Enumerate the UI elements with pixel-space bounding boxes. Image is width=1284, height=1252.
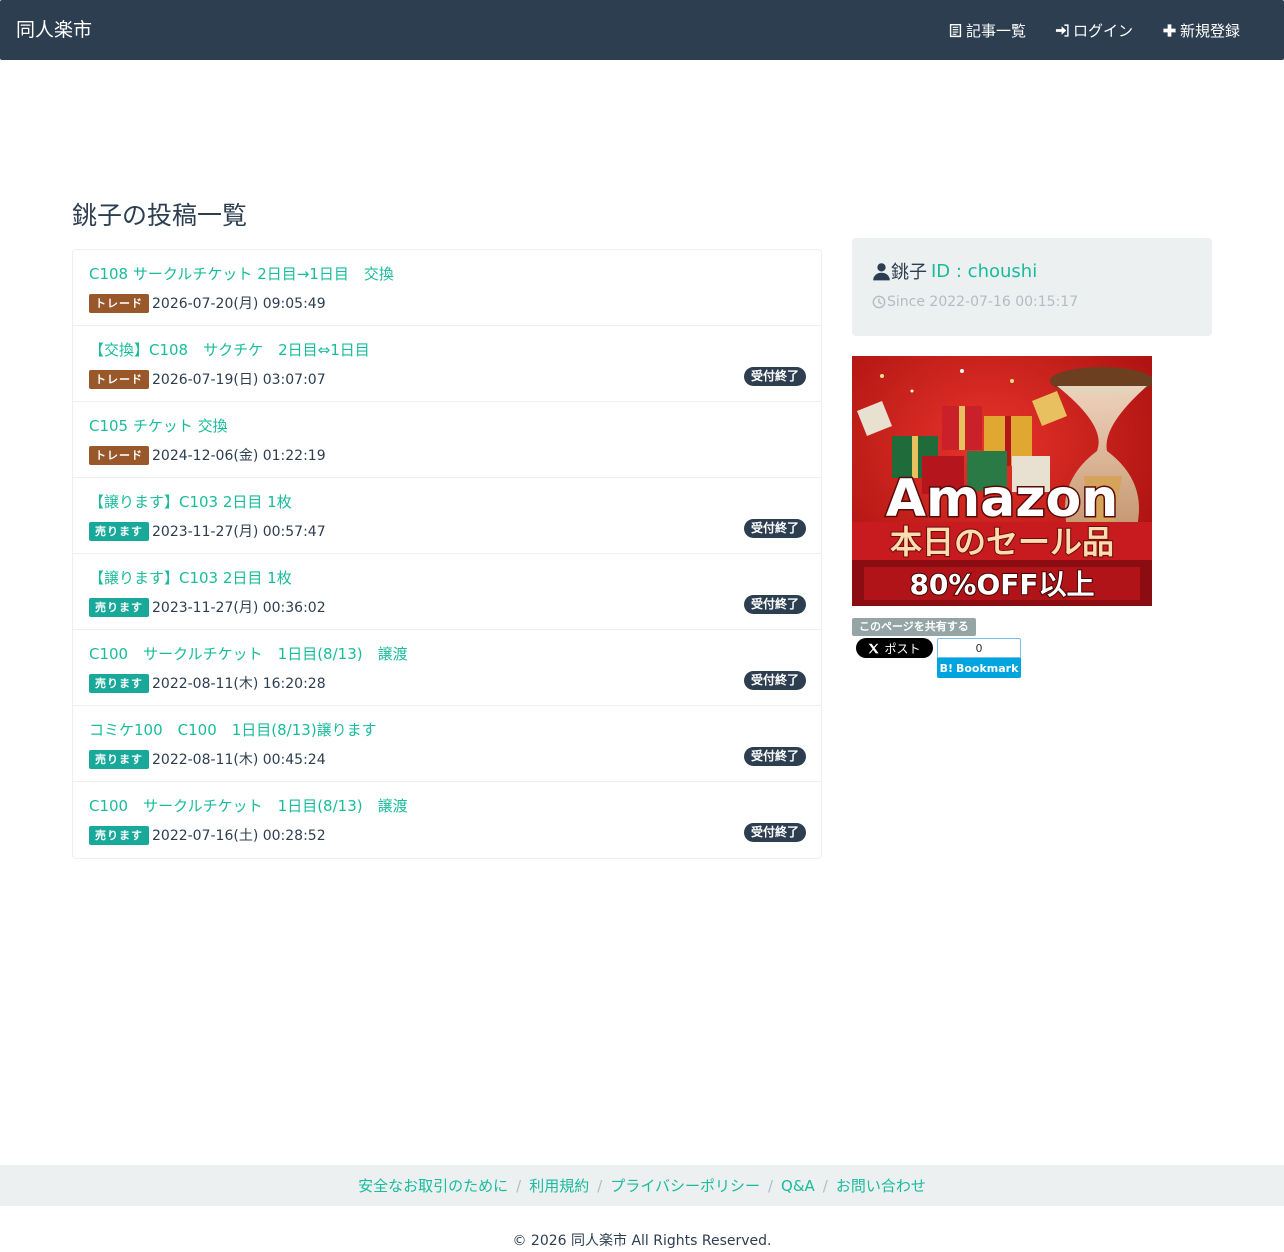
hatena-bookmark-label: Bookmark <box>955 661 1019 675</box>
status-badge: 受付終了 <box>743 595 806 614</box>
footer-separator: / <box>597 1176 603 1195</box>
hatena-bookmark-count: 0 <box>937 638 1021 658</box>
x-post-button[interactable]: ポスト <box>856 638 933 658</box>
plus-icon <box>1163 23 1176 37</box>
post-title-link[interactable]: 【譲ります】C103 2日目 1枚 <box>89 491 292 512</box>
page-title: 銚子の投稿一覧 <box>72 201 248 230</box>
footer-separator: / <box>767 1176 774 1195</box>
profile-since: Since 2022-07-16 00:15:17 <box>872 294 1078 310</box>
post-list-item: コミケ100 C100 1日目(8/13)譲ります 売ります 2022-08-11(… <box>73 706 821 782</box>
post-meta: 売ります 2022-08-11(木) 16:20:28 <box>89 673 326 693</box>
footer-link[interactable]: 利用規約 <box>529 1175 589 1196</box>
site-brand[interactable]: 同人楽市 <box>16 0 92 60</box>
login-icon <box>1055 23 1069 37</box>
post-meta: 売ります 2023-11-27(月) 00:36:02 <box>89 597 326 617</box>
post-meta: 売ります 2022-07-16(土) 00:28:52 <box>89 825 326 845</box>
post-date: 2022-08-11(木) 16:20:28 <box>152 676 326 692</box>
ad-banner[interactable]: Amazon 本日のセール品 80%OFF以上 <box>852 356 1152 606</box>
post-list-item: 【譲ります】C103 2日目 1枚 売ります 2023-11-27(月) 00:57… <box>73 478 821 554</box>
profile-header: 銚子 ID : choushi <box>872 258 1037 284</box>
post-date: 2026-07-19(日) 03:07:07 <box>152 372 326 388</box>
category-badge: トレード <box>89 445 149 465</box>
x-logo-icon <box>869 643 880 653</box>
post-date: 2024-12-06(金) 01:22:19 <box>152 448 326 464</box>
status-badge: 受付終了 <box>743 823 806 842</box>
nav-menu: 記事一覧 ログイン 新規登録 <box>919 0 1240 60</box>
footer-link[interactable]: 安全なお取引のために <box>358 1175 508 1196</box>
copyright: © 2026 同人楽市 All Rights Reserved. <box>512 1233 772 1249</box>
post-list-item: C105 チケット 交換 トレード 2024-12-06(金) 01:22:19 <box>73 402 821 478</box>
post-list-item: 【譲ります】C103 2日目 1枚 売ります 2023-11-27(月) 00:36… <box>73 554 821 630</box>
ad-banner-image: Amazon 本日のセール品 80%OFF以上 <box>852 356 1152 606</box>
clock-icon <box>872 295 886 309</box>
hatena-b-icon: B! <box>939 661 953 675</box>
nav-articles-label: 記事一覧 <box>965 21 1026 40</box>
category-badge: 売ります <box>89 825 149 845</box>
profile-name: 銚子 <box>891 262 927 283</box>
nav-articles-link[interactable]: 記事一覧 <box>948 20 1026 41</box>
profile-card: 銚子 ID : choushi Since 2022-07-16 00:15:1… <box>852 238 1212 336</box>
footer-separator: / <box>516 1176 522 1195</box>
post-date: 2023-11-27(月) 00:57:47 <box>152 524 326 540</box>
profile-id: ID : choushi <box>931 260 1038 282</box>
status-badge: 受付終了 <box>743 747 806 766</box>
post-meta: 売ります 2022-08-11(木) 00:45:24 <box>89 749 326 769</box>
category-badge: 売ります <box>89 749 149 769</box>
nav-register-link[interactable]: 新規登録 <box>1162 20 1240 41</box>
post-date: 2022-07-16(土) 00:28:52 <box>152 828 326 844</box>
ad-brand-text: Amazon <box>886 469 1119 529</box>
post-meta: トレード 2026-07-20(月) 09:05:49 <box>89 293 326 313</box>
status-badge: 受付終了 <box>743 671 806 690</box>
category-badge: 売ります <box>89 521 149 541</box>
post-list-item: 【交換】C108 サクチケ 2日目⇔1日目 トレード 2026-07-19(日) 0… <box>73 326 821 402</box>
profile-since-text: Since 2022-07-16 00:15:17 <box>887 294 1079 310</box>
footer-link[interactable]: プライバシーポリシー <box>610 1175 760 1196</box>
category-badge: トレード <box>89 293 149 313</box>
post-title-link[interactable]: C100 サークルチケット 1日目(8/13) 譲渡 <box>89 643 408 664</box>
category-badge: 売ります <box>89 673 149 693</box>
post-date: 2023-11-27(月) 00:36:02 <box>152 600 326 616</box>
post-title-link[interactable]: C100 サークルチケット 1日目(8/13) 譲渡 <box>89 795 408 816</box>
post-title-link[interactable]: コミケ100 C100 1日目(8/13)譲ります <box>89 719 377 740</box>
status-badge: 受付終了 <box>743 519 806 538</box>
post-title-link[interactable]: 【交換】C108 サクチケ 2日目⇔1日目 <box>89 339 370 360</box>
post-title-link[interactable]: 【譲ります】C103 2日目 1枚 <box>89 567 292 588</box>
post-date: 2022-08-11(木) 00:45:24 <box>152 752 326 768</box>
post-title-link[interactable]: C105 チケット 交換 <box>89 415 228 436</box>
footer-link[interactable]: お問い合わせ <box>836 1175 926 1196</box>
navbar: 同人楽市 記事一覧 ログイン 新規登録 <box>0 0 1284 60</box>
ad-line1-text: 本日のセール品 <box>890 523 1114 561</box>
nav-register-label: 新規登録 <box>1179 21 1240 40</box>
post-meta: トレード 2024-12-06(金) 01:22:19 <box>89 445 326 465</box>
footer-links: 安全なお取引のために / 利用規約 / プライバシーポリシー / Q&A / お問い合わせ <box>0 1165 1284 1206</box>
nav-login-link[interactable]: ログイン <box>1055 20 1133 41</box>
post-meta: トレード 2026-07-19(日) 03:07:07 <box>89 369 326 389</box>
hatena-bookmark-button[interactable]: B! Bookmark <box>937 658 1021 678</box>
footer-link[interactable]: Q&A <box>781 1177 815 1195</box>
x-post-label: ポスト <box>884 641 921 656</box>
category-badge: 売ります <box>89 597 149 617</box>
post-date: 2026-07-20(月) 09:05:49 <box>152 296 326 312</box>
share-label: このページを共有する <box>852 618 976 636</box>
user-icon <box>873 262 890 280</box>
post-title-link[interactable]: C108 サークルチケット 2日目→1日目 交換 <box>89 263 394 284</box>
post-list-item: C100 サークルチケット 1日目(8/13) 譲渡 売ります 2022-07-16… <box>73 782 821 858</box>
category-badge: トレード <box>89 369 149 389</box>
post-list-item: C108 サークルチケット 2日目→1日目 交換 トレード 2026-07-20(月… <box>73 250 821 326</box>
list-icon <box>949 23 962 37</box>
nav-login-label: ログイン <box>1072 21 1133 40</box>
post-list-item: C100 サークルチケット 1日目(8/13) 譲渡 売ります 2022-08-11… <box>73 630 821 706</box>
footer-separator: / <box>822 1176 828 1195</box>
status-badge: 受付終了 <box>743 367 806 386</box>
post-meta: 売ります 2023-11-27(月) 00:57:47 <box>89 521 326 541</box>
ad-line2-text: 80%OFF以上 <box>909 568 1094 601</box>
post-list: C108 サークルチケット 2日目→1日目 交換 トレード 2026-07-20(月… <box>72 249 822 859</box>
